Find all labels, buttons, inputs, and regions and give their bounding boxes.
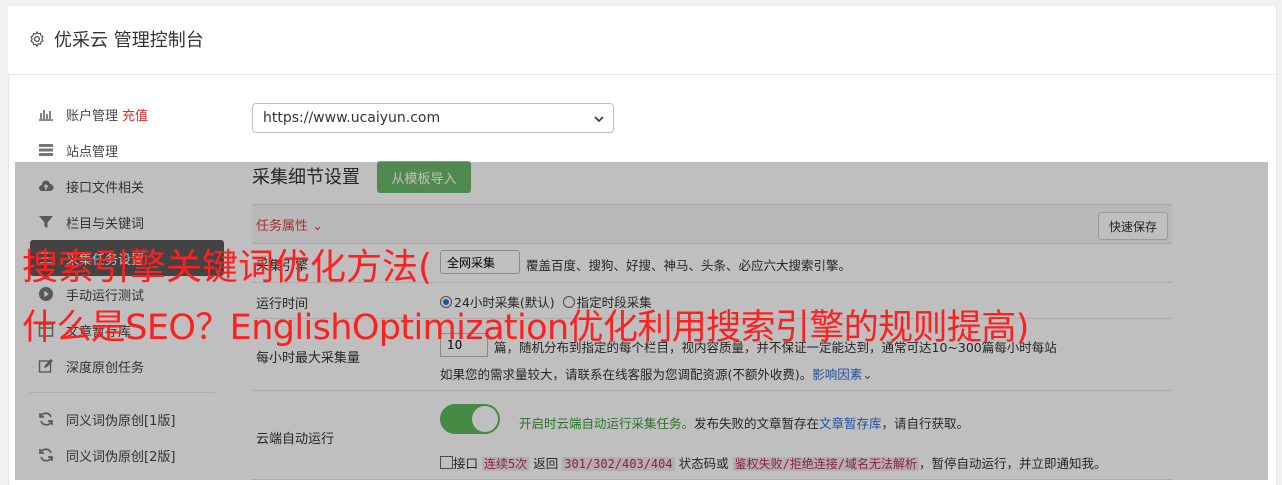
recharge-link[interactable]: 充值: [122, 105, 148, 124]
overlay-headline-line1: 搜索引擎关键词优化方法(: [22, 247, 433, 288]
sidebar-item-label: 站点管理: [66, 144, 119, 160]
site-select[interactable]: https://www.ucaiyun.com: [252, 103, 614, 133]
header-title: 优采云 管理控制台: [54, 30, 204, 51]
chevron-down-icon: [594, 116, 604, 123]
sidebar-item-label: 账户管理: [66, 108, 119, 124]
sidebar-item-account[interactable]: 账户管理 充值: [30, 96, 230, 132]
overlay-headline-line2: 什么是SEO？EnglishOptimization优化利用搜索引擎的规则提高): [22, 308, 1029, 348]
site-select-value: https://www.ucaiyun.com: [263, 110, 441, 126]
console-header: 优采云 管理控制台: [8, 6, 1275, 75]
server-icon: [39, 144, 53, 156]
gear-icon: [30, 30, 44, 48]
page-title: 优采云 管理控制台: [28, 26, 204, 52]
bar-chart-icon: [39, 110, 53, 121]
